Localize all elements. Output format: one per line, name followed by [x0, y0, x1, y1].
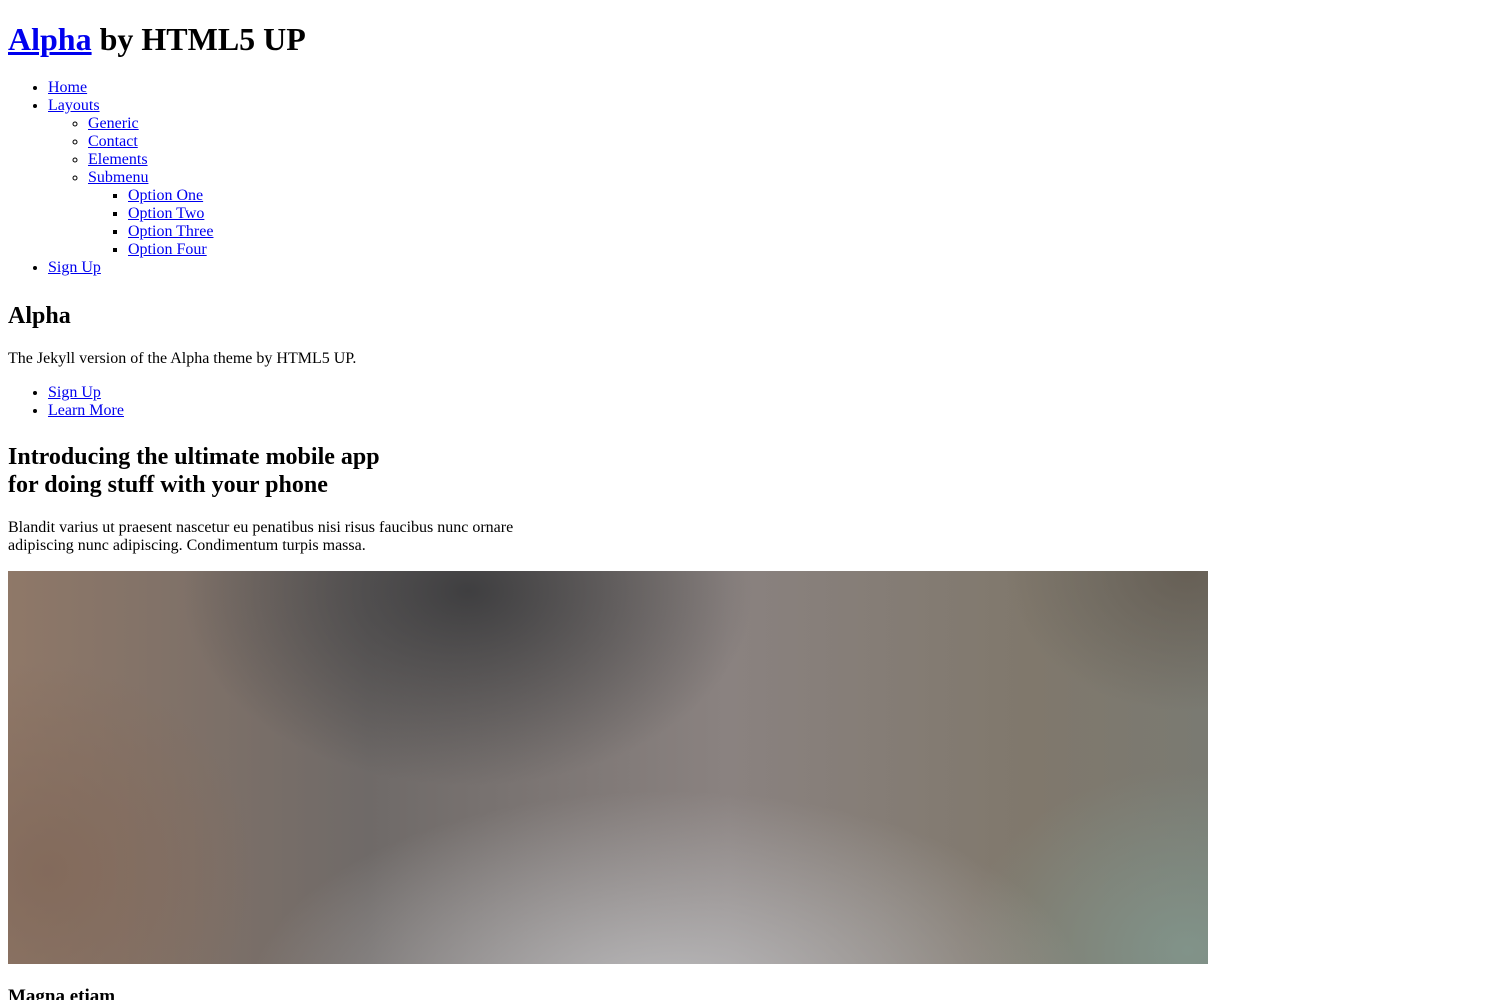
main-nav: Home Layouts Generic Contact Elements Su… [8, 79, 1492, 277]
nav-link-option-three[interactable]: Option Three [128, 223, 213, 240]
page: Alpha by HTML5 UP Home Layouts Generic C… [0, 21, 1500, 1000]
nav-item-submenu: Submenu Option One Option Two Option Thr… [88, 169, 1492, 259]
nav-item-option-three: Option Three [128, 223, 1492, 241]
nav-link-contact[interactable]: Contact [88, 133, 138, 150]
nav-link-generic[interactable]: Generic [88, 115, 139, 132]
banner-subtitle: The Jekyll version of the Alpha theme by… [8, 350, 357, 367]
nav-link-submenu[interactable]: Submenu [88, 169, 148, 186]
nav-link-layouts[interactable]: Layouts [48, 97, 100, 114]
learn-more-link[interactable]: Learn More [48, 402, 124, 419]
intro-text-line-2: adipiscing nunc adipiscing. Condimentum … [8, 537, 366, 554]
nav-link-option-four[interactable]: Option Four [128, 241, 207, 258]
banner-action-item: Learn More [48, 402, 1492, 420]
layouts-submenu: Generic Contact Elements Submenu Option … [48, 115, 1492, 259]
sign-up-link[interactable]: Sign Up [48, 384, 101, 401]
banner-action-item: Sign Up [48, 384, 1492, 402]
nav-link-option-one[interactable]: Option One [128, 187, 203, 204]
intro-text: Blandit varius ut praesent nascetur eu p… [8, 519, 1492, 555]
brand-link[interactable]: Alpha [8, 21, 92, 57]
nav-item-layouts: Layouts Generic Contact Elements Submenu… [48, 97, 1492, 259]
intro-text-line-1: Blandit varius ut praesent nascetur eu p… [8, 519, 514, 536]
nav-item-home: Home [48, 79, 1492, 97]
nav-item-option-four: Option Four [128, 241, 1492, 259]
nav-item-contact: Contact [88, 133, 1492, 151]
nav-item-sign-up: Sign Up [48, 259, 1492, 277]
nav-item-elements: Elements [88, 151, 1492, 169]
section-title: Magna etiam [8, 986, 116, 1000]
nav-link-elements[interactable]: Elements [88, 151, 148, 168]
nav-link-home[interactable]: Home [48, 79, 87, 96]
nav-link-option-two[interactable]: Option Two [128, 205, 204, 222]
banner-title: Alpha [8, 303, 71, 329]
brand-suffix: by HTML5 UP [99, 21, 306, 57]
intro-title-line-1: Introducing the ultimate mobile app [8, 444, 380, 470]
nav-item-generic: Generic [88, 115, 1492, 133]
nav-item-option-one: Option One [128, 187, 1492, 205]
nav-item-option-two: Option Two [128, 205, 1492, 223]
intro-title: Introducing the ultimate mobile app for d… [8, 443, 1492, 499]
hero-image [8, 571, 1208, 964]
site-title: Alpha by HTML5 UP [8, 21, 1492, 58]
submenu-options: Option One Option Two Option Three Optio… [88, 187, 1492, 259]
intro-title-line-2: for doing stuff with your phone [8, 472, 328, 498]
nav-link-sign-up[interactable]: Sign Up [48, 259, 101, 276]
banner-actions: Sign Up Learn More [8, 384, 1492, 420]
